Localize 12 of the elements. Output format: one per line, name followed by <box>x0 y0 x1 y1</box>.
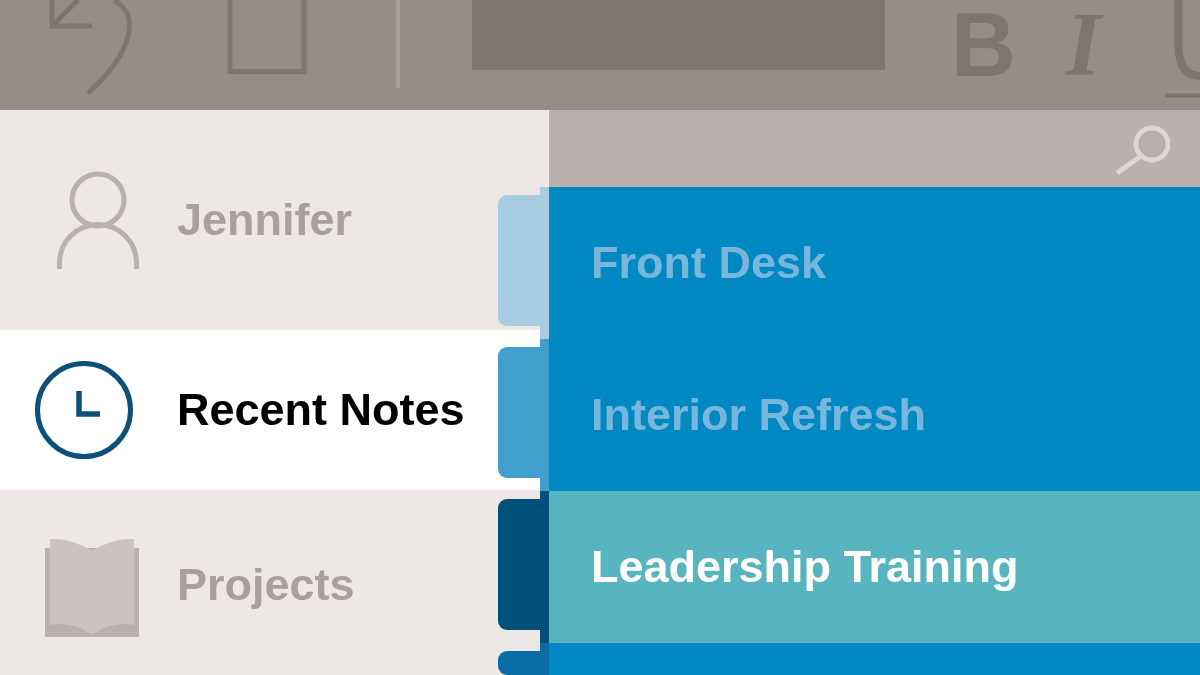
input-field[interactable] <box>472 0 885 70</box>
section-item[interactable]: Interior Refresh <box>540 339 1200 491</box>
search-field[interactable] <box>549 110 1200 187</box>
page-icon[interactable] <box>226 0 308 74</box>
underline-icon[interactable] <box>1165 0 1200 98</box>
clock-icon <box>34 360 134 460</box>
section-item[interactable]: Front Desk <box>540 187 1200 339</box>
person-icon <box>56 171 140 269</box>
book-icon <box>45 539 139 637</box>
search-icon[interactable] <box>1114 124 1170 175</box>
section-tab[interactable] <box>498 651 540 675</box>
section-item[interactable]: Leadership Training <box>540 491 1200 643</box>
